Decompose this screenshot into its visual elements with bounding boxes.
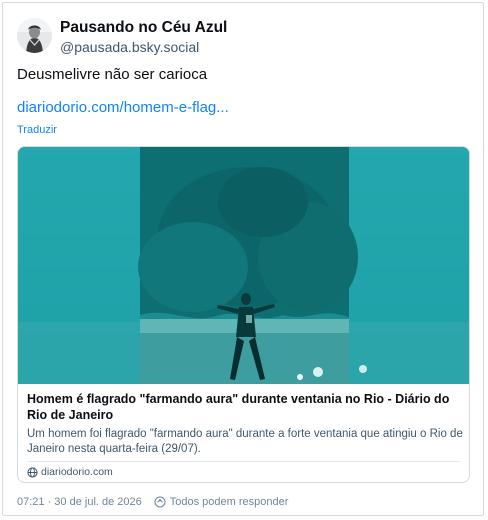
- reply-settings-label[interactable]: Todos podem responder: [170, 496, 289, 508]
- link-preview-description: Um homem foi flagrado "farmando aura" du…: [27, 428, 463, 455]
- link-preview-card[interactable]: Homem é flagrado "farmando aura" durante…: [17, 146, 470, 483]
- link-preview-divider: [27, 461, 460, 462]
- display-name[interactable]: Pausando no Céu Azul: [60, 19, 227, 37]
- reply-settings-icon: [154, 496, 166, 508]
- globe-icon: [27, 466, 38, 478]
- post-link[interactable]: diariodorio.com/homem-e-flag...: [17, 99, 229, 116]
- link-preview-title[interactable]: Homem é flagrado "farmando aura" durante…: [27, 391, 463, 423]
- post-meta: 07:21 · 30 de jul. de 2026 Todos podem r…: [17, 496, 288, 508]
- link-preview-domain: diariodorio.com: [27, 466, 113, 478]
- post-text: Deusmelivre não ser carioca: [17, 66, 208, 83]
- translate-button[interactable]: Traduzir: [17, 124, 57, 136]
- user-handle[interactable]: @pausada.bsky.social: [60, 39, 199, 55]
- post-timestamp[interactable]: 07:21 · 30 de jul. de 2026: [17, 496, 142, 508]
- domain-text: diariodorio.com: [41, 466, 113, 478]
- link-preview-thumbnail[interactable]: [18, 147, 469, 384]
- post-card[interactable]: Pausando no Céu Azul @pausada.bsky.socia…: [2, 2, 484, 516]
- avatar[interactable]: [17, 18, 52, 53]
